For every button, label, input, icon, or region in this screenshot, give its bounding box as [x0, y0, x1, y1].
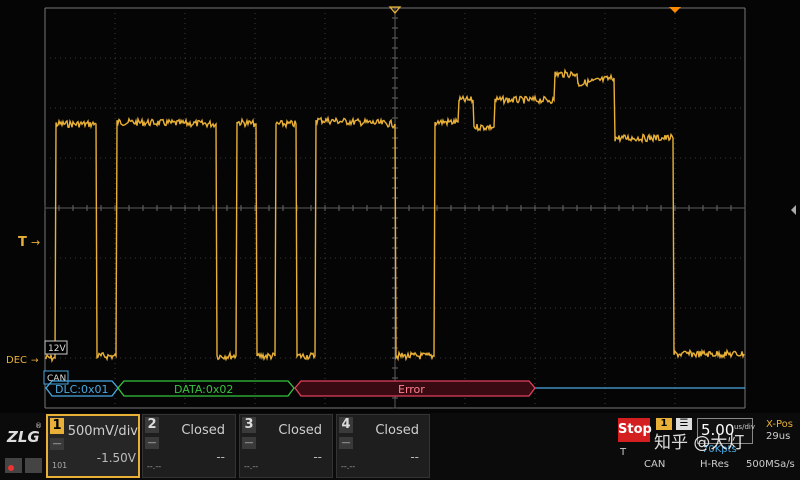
usb-icon[interactable] [25, 458, 42, 473]
channel-1-panel[interactable]: 1 — 500mV/div -1.50V 101 [46, 414, 140, 478]
acquisition-mode: H-Res [700, 459, 729, 470]
channel-1-coupling-icon: — [50, 438, 64, 450]
channel-4-offset: -- [410, 450, 419, 464]
channel-3-bw: --.-- [244, 462, 259, 471]
channel-3-offset: -- [313, 450, 322, 464]
channel-1-bw: 101 [52, 461, 68, 470]
watermark: 知乎 @大灯 [654, 433, 745, 453]
channel-4-panel[interactable]: 4 — Closed -- --.-- [336, 414, 430, 478]
channel-2-state: Closed [181, 423, 225, 438]
channel-3-panel[interactable]: 3 — Closed -- --.-- [239, 414, 333, 478]
channel-3-state: Closed [278, 423, 322, 438]
channel-2-coupling-icon: — [145, 437, 159, 449]
channel-4-bw: --.-- [341, 462, 356, 471]
trigger-mode: T [620, 447, 627, 458]
channel-2-offset: -- [216, 450, 225, 464]
channel-2-panel[interactable]: 2 — Closed -- --.-- [142, 414, 236, 478]
channel-4-state: Closed [375, 423, 419, 438]
channel-4-coupling-icon: — [339, 437, 353, 449]
channel-3-number: 3 [242, 417, 256, 433]
run-stop-button[interactable]: Stop [618, 418, 652, 442]
decode-arrow-icon[interactable]: → [31, 356, 39, 366]
trigger-level-label: T [18, 235, 27, 250]
channel-1-number: 1 [50, 418, 64, 434]
decode-segment-data-label: DATA:0x02 [174, 383, 233, 396]
channel-1-scale: 500mV/div [67, 424, 138, 439]
svg-text:ZLG: ZLG [6, 428, 40, 446]
xpos-value: 29us [766, 431, 791, 442]
channel-2-bw: --.-- [147, 462, 162, 471]
threshold-label: 12V [48, 344, 66, 354]
acquisition-panel: Stop 1 ☰ T CAN 5.00 us/div 70Kpts H-Res … [616, 414, 800, 480]
channel-1-offset: -1.50V [96, 451, 136, 465]
waveform-canvas: T → DEC → 12V CAN DLC:0x01 DATA:0x02 Err… [6, 6, 796, 409]
sample-rate: 500MSa/s [746, 459, 795, 470]
channel-4-number: 4 [339, 417, 353, 433]
waveform-display[interactable]: T → DEC → 12V CAN DLC:0x01 DATA:0x02 Err… [0, 0, 800, 413]
decode-segment-error-label: Error [398, 383, 425, 396]
svg-text:®: ® [35, 422, 42, 430]
lock-icon[interactable] [5, 458, 22, 473]
decode-bus[interactable]: DLC:0x01 DATA:0x02 Error [45, 380, 745, 397]
channel-2-number: 2 [145, 417, 159, 433]
right-scroll-arrow[interactable] [791, 205, 796, 215]
decode-segment-dlc-label: DLC:0x01 [55, 383, 109, 396]
channel-3-coupling-icon: — [242, 437, 256, 449]
decode-label: DEC [6, 355, 27, 366]
trigger-type: CAN [644, 459, 666, 470]
trigger-level-arrow-icon[interactable]: → [31, 236, 40, 249]
zlg-logo: ZLG ® [5, 422, 42, 473]
xpos-marker[interactable] [669, 7, 681, 13]
xpos-label: X-Pos [766, 419, 793, 430]
